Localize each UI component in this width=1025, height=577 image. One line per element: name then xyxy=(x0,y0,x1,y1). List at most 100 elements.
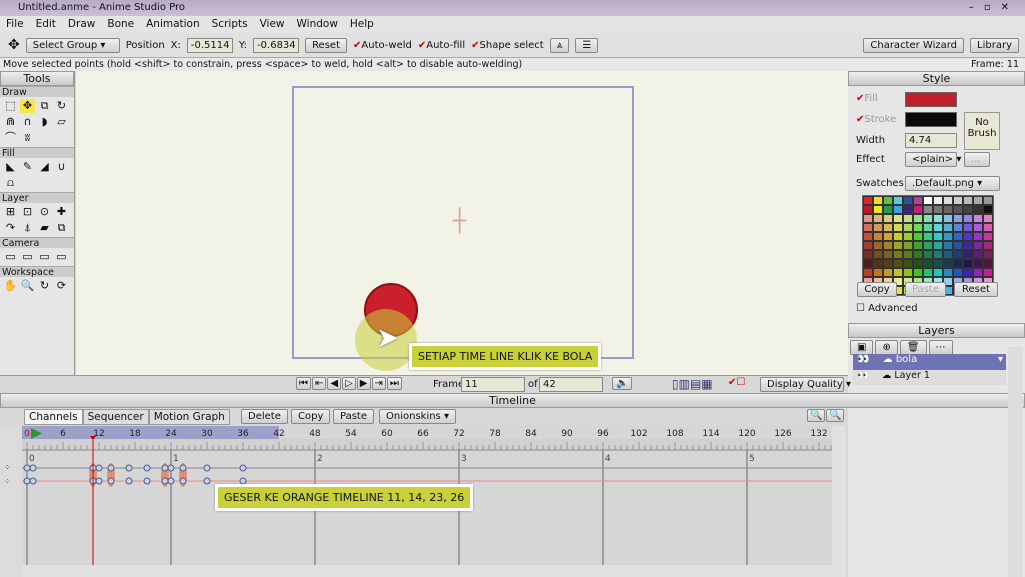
keyframe[interactable] xyxy=(23,477,31,485)
swatch[interactable] xyxy=(923,196,933,205)
fill-color-swatch[interactable] xyxy=(905,92,957,107)
swatch[interactable] xyxy=(983,232,993,241)
swatch[interactable] xyxy=(963,196,973,205)
swatch[interactable] xyxy=(953,232,963,241)
menu-bone[interactable]: Bone xyxy=(101,16,140,33)
swatch[interactable] xyxy=(893,232,903,241)
tool-icon[interactable]: ✎ xyxy=(20,160,35,174)
swatch[interactable] xyxy=(943,214,953,223)
swatch[interactable] xyxy=(973,232,983,241)
swatch[interactable] xyxy=(873,250,883,259)
swatch[interactable] xyxy=(883,250,893,259)
tab-sequencer[interactable]: Sequencer xyxy=(82,409,149,425)
keyframe[interactable] xyxy=(161,464,169,472)
swatch[interactable] xyxy=(973,250,983,259)
swatch[interactable] xyxy=(973,259,983,268)
swatch[interactable] xyxy=(883,223,893,232)
keyframe[interactable] xyxy=(203,464,211,472)
swatch[interactable] xyxy=(923,259,933,268)
no-brush-button[interactable]: No Brush xyxy=(964,112,1000,150)
onionskins-dropdown[interactable]: Onionskins ▾ xyxy=(379,409,456,424)
swatch[interactable] xyxy=(953,223,963,232)
swatch[interactable] xyxy=(943,268,953,277)
swatch[interactable] xyxy=(963,241,973,250)
swatch[interactable] xyxy=(883,268,893,277)
tool-icon[interactable]: ▭ xyxy=(37,250,52,264)
reset-style-button[interactable]: Reset xyxy=(954,282,998,297)
swatch[interactable] xyxy=(963,223,973,232)
swatch[interactable] xyxy=(983,259,993,268)
swatch[interactable] xyxy=(943,223,953,232)
layer-options-icon[interactable]: ☰ xyxy=(575,37,599,53)
swatch[interactable] xyxy=(943,196,953,205)
swatch[interactable] xyxy=(903,214,913,223)
x-input[interactable]: -0.5114 xyxy=(186,37,233,53)
swatch[interactable] xyxy=(873,241,883,250)
swatch[interactable] xyxy=(883,196,893,205)
swatch[interactable] xyxy=(983,223,993,232)
swatch[interactable] xyxy=(893,205,903,214)
swatch[interactable] xyxy=(893,223,903,232)
swatch[interactable] xyxy=(873,205,883,214)
library-button[interactable]: Library xyxy=(970,37,1019,53)
swatch[interactable] xyxy=(863,232,873,241)
delete-key-button[interactable]: Delete xyxy=(241,409,288,424)
menu-help[interactable]: Help xyxy=(344,16,380,33)
swatch[interactable] xyxy=(883,259,893,268)
advanced-checkbox[interactable]: ☐ Advanced xyxy=(856,303,918,314)
tool-icon[interactable]: ⬚ xyxy=(3,99,18,113)
keyframe[interactable] xyxy=(29,477,37,485)
tool-icon[interactable]: ∩ xyxy=(20,115,35,129)
swatch[interactable] xyxy=(913,250,923,259)
view-layout-icons[interactable]: ▯▥▤▦ xyxy=(672,377,713,391)
swatch[interactable] xyxy=(943,205,953,214)
swatch[interactable] xyxy=(933,214,943,223)
keyframe[interactable] xyxy=(95,464,103,472)
keyframe[interactable] xyxy=(203,477,211,485)
next-frame-icon[interactable]: ▶ xyxy=(356,377,371,390)
swatch[interactable] xyxy=(963,250,973,259)
swatch[interactable] xyxy=(903,259,913,268)
menu-edit[interactable]: Edit xyxy=(30,16,62,33)
swatch[interactable] xyxy=(893,250,903,259)
swatch[interactable] xyxy=(873,223,883,232)
sound-icon[interactable]: 🔈 xyxy=(612,377,633,390)
auto-weld-checkbox[interactable]: ✔Auto-weld xyxy=(353,40,412,51)
swatch[interactable] xyxy=(963,268,973,277)
keyframe[interactable] xyxy=(167,477,175,485)
y-input[interactable]: -0.6834 xyxy=(253,37,300,53)
swatch[interactable] xyxy=(903,232,913,241)
tool-icon[interactable]: ↷ xyxy=(3,221,18,235)
keyframe[interactable] xyxy=(143,477,151,485)
swatch[interactable] xyxy=(893,259,903,268)
tool-icon[interactable]: ∪ xyxy=(54,160,69,174)
tab-channels[interactable]: Channels xyxy=(24,409,83,425)
tool-icon[interactable]: ⍋ xyxy=(20,221,35,235)
swatch[interactable] xyxy=(873,268,883,277)
swatch[interactable] xyxy=(903,241,913,250)
tool-icon[interactable]: ⊙ xyxy=(37,205,52,219)
tool-icon[interactable]: ✚ xyxy=(54,205,69,219)
swatch[interactable] xyxy=(913,205,923,214)
tool-icon[interactable]: ⧉ xyxy=(37,99,52,113)
swatch[interactable] xyxy=(913,214,923,223)
tool-icon[interactable]: ▰ xyxy=(37,221,52,235)
copy-style-button[interactable]: Copy xyxy=(857,282,897,297)
effect-dropdown[interactable]: <plain> ▾ xyxy=(905,152,961,167)
keyframe[interactable] xyxy=(125,464,133,472)
tool-icon[interactable]: ⧉ xyxy=(54,221,69,235)
effect-more-button[interactable]: ... xyxy=(964,152,990,167)
tool-icon[interactable]: ⩍ xyxy=(3,176,18,190)
tool-icon[interactable]: ✋ xyxy=(3,279,18,293)
swatch[interactable] xyxy=(923,232,933,241)
swatch[interactable] xyxy=(963,232,973,241)
paste-style-button[interactable]: Paste xyxy=(905,282,946,297)
swatch[interactable] xyxy=(973,268,983,277)
keyframe[interactable] xyxy=(239,464,247,472)
layer-item-bola[interactable]: 👀 ☁ bola ▾ xyxy=(853,354,1006,370)
prev-key-icon[interactable]: ⇤ xyxy=(312,377,327,390)
shape-select-checkbox[interactable]: ✔Shape select xyxy=(471,40,544,51)
tab-motion-graph[interactable]: Motion Graph xyxy=(148,409,230,425)
swatch[interactable] xyxy=(913,196,923,205)
tool-icon[interactable]: ◣ xyxy=(3,160,18,174)
